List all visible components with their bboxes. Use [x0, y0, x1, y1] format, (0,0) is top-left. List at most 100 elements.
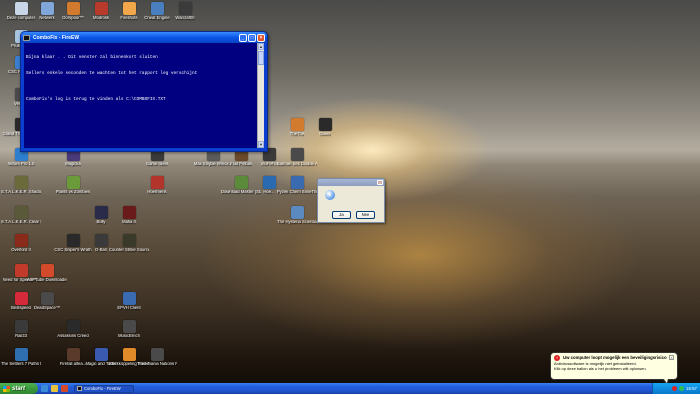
desktop-icon[interactable]: Rail33 — [4, 320, 38, 339]
desktop-icon[interactable]: Assassins Creed — [56, 320, 90, 339]
question-dialog[interactable]: × i Ja Nee — [317, 178, 385, 223]
desktop-icon-label: EPVH Client — [117, 306, 141, 310]
taskbar: start ComboFix - FireEW 16:57 — [0, 383, 700, 394]
application-icon — [40, 264, 54, 277]
quicklaunch-folder-icon[interactable] — [51, 385, 58, 392]
info-icon: i — [325, 190, 335, 200]
security-alert-balloon[interactable]: ! Uw computer loopt mogelijk een beveili… — [550, 352, 678, 385]
yes-button[interactable]: Ja — [332, 211, 351, 219]
desktop-icon-label: S.T.A.L.K.E.R. Clear Sky — [1, 220, 41, 224]
dialog-titlebar[interactable] — [318, 179, 384, 186]
taskbar-item-combofix[interactable]: ComboFix - FireEW — [74, 384, 134, 393]
console-output: Bijna klaar . . Dit venster zal binnenko… — [24, 43, 264, 148]
system-tray: 16:57 — [652, 383, 700, 394]
application-icon — [122, 292, 136, 305]
desktop-icon[interactable]: Counter Strike Source — [109, 234, 149, 253]
balloon-line-2: Klik op deze ballon als u het probleem w… — [554, 366, 647, 372]
minimize-button[interactable]: _ — [239, 33, 247, 42]
desktop-icon[interactable]: Alle Tube Downloader — [27, 264, 67, 283]
application-icon — [122, 206, 136, 219]
application-icon — [14, 264, 28, 277]
close-button[interactable]: × — [257, 33, 265, 42]
desktop-icon[interactable]: S.T.A.L.K.E.R. Clear Sky — [1, 206, 41, 225]
application-icon — [94, 234, 108, 247]
application-icon — [318, 118, 332, 131]
network-tray-icon[interactable] — [679, 386, 684, 391]
application-icon — [14, 292, 28, 305]
desktop-icon-label: Alle Tube Downloader — [27, 278, 67, 282]
application-icon — [94, 206, 108, 219]
desktop-icon-label: Cheat Engine — [144, 16, 170, 20]
desktop-icon-label: Game client — [145, 162, 169, 166]
quicklaunch-media-icon[interactable] — [61, 385, 68, 392]
desktop-icon[interactable]: Pyzek Chem SimeThis... — [277, 176, 317, 195]
desktop-icon-label: S.T.A.L.K.E.R. Shadow of... — [1, 190, 41, 194]
application-icon — [122, 348, 136, 361]
dialog-close-button[interactable]: × — [377, 180, 383, 185]
desktop-icon-label: Plants vs Zombies — [55, 190, 91, 194]
console-titlebar[interactable]: ComboFix - FireEW _ □ × — [21, 32, 267, 43]
desktop-icon-label: Modrosk — [92, 16, 110, 20]
application-icon — [14, 206, 28, 219]
desktop-icon[interactable]: Plants vs Zombies — [56, 176, 90, 195]
desktop-icon-label: Netwerk — [39, 16, 55, 20]
combofix-console-window[interactable]: ComboFix - FireEW _ □ × Bijna klaar . . … — [20, 31, 268, 152]
desktop-icon-label: Fluit Pinball — [230, 162, 252, 166]
desktop-icon[interactable]: Trackmania Nations Forever — [137, 348, 177, 367]
application-icon — [150, 348, 164, 361]
application-icon — [14, 2, 28, 15]
desktop-icon[interactable]: S.T.A.L.K.E.R. Shadow of... — [1, 176, 41, 195]
start-button[interactable]: start — [0, 383, 38, 394]
console-line: Bijna klaar . . Dit venster zal binnenko… — [26, 55, 158, 61]
maximize-button[interactable]: □ — [248, 33, 256, 42]
quicklaunch-ie-icon[interactable] — [41, 385, 48, 392]
taskbar-item-label: ComboFix - FireEW — [84, 386, 121, 391]
desktop-icon[interactable]: Overlord II — [4, 234, 38, 253]
desktop-icon[interactable]: Hoermens — [140, 176, 174, 195]
desktop-icon[interactable]: The Hysteria Scientia — [277, 206, 317, 225]
application-icon — [14, 234, 28, 247]
security-alert-tray-icon[interactable] — [672, 386, 677, 391]
application-icon — [14, 176, 28, 189]
desktop-icon[interactable]: Batman Sell Double Agent — [277, 148, 317, 167]
desktop-icon[interactable]: The Settlers 7 Paths to... — [1, 348, 41, 367]
desktop-icon-label: Trackmania Nations Forever — [137, 362, 177, 366]
desktop-icon-label: Magicka — [65, 162, 81, 166]
desktop-icon-label: Firefall alfea... — [59, 362, 87, 366]
application-icon — [290, 118, 304, 131]
scroll-down-arrow-icon[interactable]: ▼ — [258, 141, 264, 148]
application-icon — [40, 2, 54, 15]
desktop-icon-label: Rail33 — [15, 334, 27, 338]
application-icon — [66, 2, 80, 15]
desktop-icon-label: Hoe... — [263, 190, 275, 194]
application-icon — [290, 206, 304, 219]
desktop-icon-label: muFeFix — [260, 162, 278, 166]
desktop-icon-label: WarcraftIII — [175, 16, 195, 20]
desktop-icon-label: Pyzek Chem SimeThis... — [277, 190, 317, 194]
desktop-icon-label: Overlord II — [11, 248, 31, 252]
desktop-icon[interactable]: DeadSpace™ — [30, 292, 64, 311]
desktop-icon[interactable]: Mafia II — [112, 206, 146, 225]
desktop-icon[interactable]: Ouvre — [308, 118, 342, 137]
application-icon — [94, 348, 108, 361]
desktop-icon-label: Assassins Creed — [57, 334, 89, 338]
console-scrollbar[interactable]: ▲ ▼ — [257, 43, 264, 148]
application-icon — [150, 2, 164, 15]
clock[interactable]: 16:57 — [686, 386, 697, 391]
windows-logo-icon — [3, 385, 10, 392]
desktop-icon-label: TheThe — [289, 132, 305, 136]
console-title: ComboFix - FireEW — [33, 34, 80, 41]
console-app-icon — [23, 34, 30, 41]
desktop-icon-label: The Settlers 7 Paths to... — [1, 362, 41, 366]
console-line: Sellers enkele seconden te wachten tot h… — [26, 71, 198, 77]
no-button[interactable]: Nee — [356, 211, 375, 219]
desktop-icon[interactable]: WarcraftIII — [168, 2, 202, 21]
desktop-icon[interactable]: MusicBrnch — [112, 320, 146, 339]
balloon-close-button[interactable]: × — [669, 355, 674, 360]
application-icon — [14, 320, 28, 333]
scroll-thumb[interactable] — [258, 51, 264, 65]
desktop-icon-label: D-Ball — [95, 248, 107, 252]
scroll-up-arrow-icon[interactable]: ▲ — [258, 43, 264, 50]
console-line: ComboFix's log is terug te vinden als C:… — [26, 97, 166, 103]
desktop-icon[interactable]: EPVH Client — [112, 292, 146, 311]
